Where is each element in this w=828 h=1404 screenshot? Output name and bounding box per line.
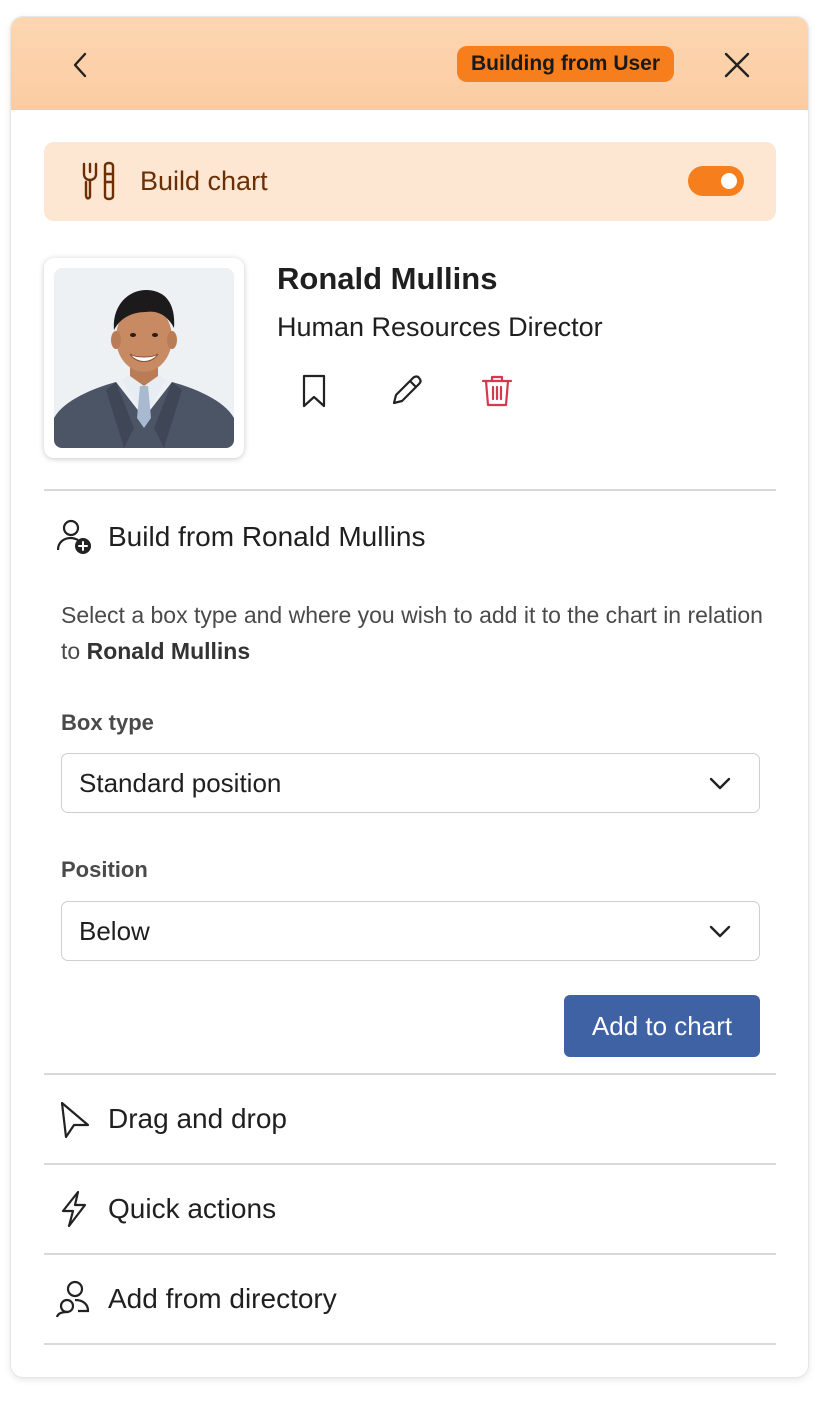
pencil-icon bbox=[392, 375, 422, 405]
add-to-chart-button[interactable]: Add to chart bbox=[564, 995, 760, 1057]
section-label: Drag and drop bbox=[108, 1103, 288, 1134]
person-photo bbox=[54, 268, 234, 448]
chevron-down-icon bbox=[709, 777, 731, 790]
position-label: Position bbox=[61, 857, 148, 882]
person-job-title: Human Resources Director bbox=[277, 312, 603, 342]
position-value: Below bbox=[79, 916, 150, 946]
toggle-knob bbox=[721, 173, 737, 189]
build-chart-banner: Build chart bbox=[44, 142, 776, 221]
build-chart-title: Build chart bbox=[140, 166, 268, 196]
chevron-down-icon bbox=[709, 925, 731, 938]
position-select[interactable]: Below bbox=[61, 901, 760, 961]
back-button[interactable] bbox=[63, 47, 99, 83]
lightning-icon bbox=[61, 1190, 87, 1228]
box-type-label: Box type bbox=[61, 710, 154, 735]
edit-button[interactable] bbox=[386, 371, 426, 411]
people-icon bbox=[55, 1280, 90, 1318]
tools-icon bbox=[82, 161, 115, 201]
build-panel: Building from User Build chart Ronald Mu… bbox=[11, 17, 808, 1377]
section-add-from-directory[interactable]: Add from directory bbox=[44, 1255, 776, 1343]
pointer-icon bbox=[60, 1101, 90, 1139]
description-name: Ronald Mullins bbox=[86, 638, 251, 664]
mode-badge: Building from User bbox=[457, 46, 675, 82]
close-icon bbox=[724, 52, 750, 78]
bookmark-button[interactable] bbox=[294, 371, 334, 411]
section-label: Quick actions bbox=[108, 1193, 277, 1224]
add-user-icon bbox=[56, 519, 91, 554]
panel-header: Building from User bbox=[11, 17, 808, 110]
divider bbox=[44, 489, 776, 491]
box-type-value: Standard position bbox=[79, 768, 282, 798]
section-label: Add from directory bbox=[108, 1283, 337, 1314]
avatar bbox=[54, 268, 234, 448]
box-type-select[interactable]: Standard position bbox=[61, 753, 760, 813]
build-from-header: Build from Ronald Mullins bbox=[44, 512, 776, 572]
trash-icon bbox=[481, 375, 513, 407]
divider bbox=[44, 1343, 776, 1345]
bookmark-icon bbox=[302, 374, 326, 408]
avatar-card bbox=[44, 258, 244, 458]
build-from-title: Build from Ronald Mullins bbox=[108, 521, 426, 552]
section-quick-actions[interactable]: Quick actions bbox=[44, 1165, 776, 1253]
chevron-left-icon bbox=[73, 52, 87, 78]
build-chart-toggle[interactable] bbox=[688, 166, 744, 196]
person-name: Ronald Mullins bbox=[277, 261, 498, 296]
section-drag-and-drop[interactable]: Drag and drop bbox=[44, 1075, 776, 1163]
delete-button[interactable] bbox=[477, 371, 517, 411]
close-button[interactable] bbox=[719, 47, 755, 83]
build-description: Select a box type and where you wish to … bbox=[61, 597, 771, 669]
